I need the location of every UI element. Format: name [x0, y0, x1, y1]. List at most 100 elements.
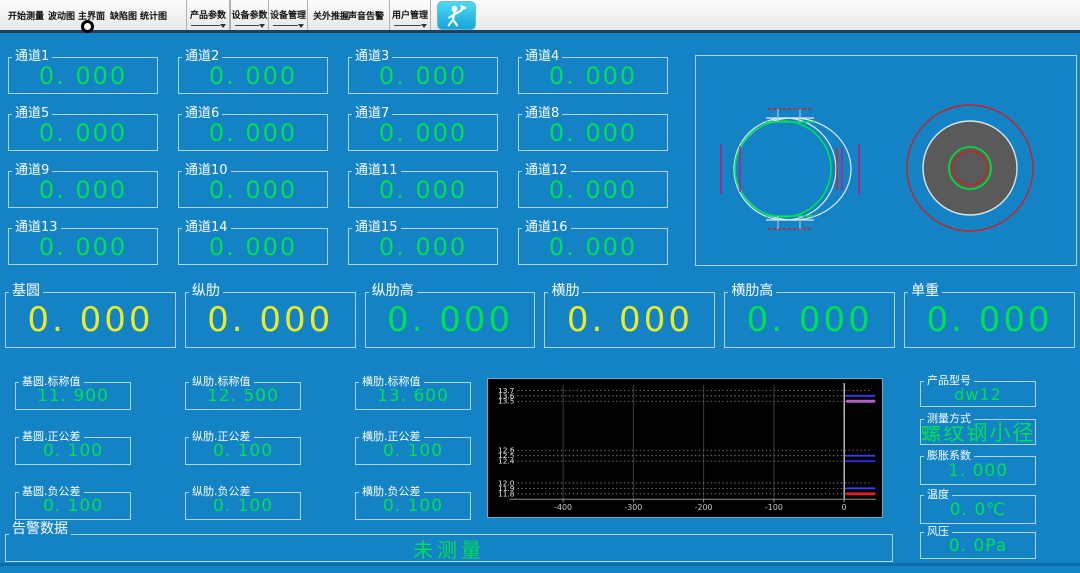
measurement-mode-label: 测量方式	[924, 412, 974, 426]
svg-text:11.8: 11.8	[498, 489, 515, 498]
channel-6-display: 通道60. 000	[178, 114, 328, 151]
longitudinal-rib-nominal-label: 纵肋.标称值	[189, 375, 254, 389]
expansion-coefficient-field[interactable]: 膨胀系数1. 000	[920, 456, 1036, 485]
channel-13-display: 通道130. 000	[8, 228, 158, 265]
channel-4-display: 通道40. 000	[518, 57, 668, 94]
channel-14-display: 通道140. 000	[178, 228, 328, 265]
wind-pressure-label: 风压	[924, 525, 952, 539]
channel-5-display: 通道50. 000	[8, 114, 158, 151]
trend-chart: -400-300-200-100013.713.613.512.612.512.…	[487, 378, 883, 518]
user-management-label: 用户管理	[390, 8, 430, 21]
main-screen-tab[interactable]: 主界面	[78, 9, 105, 22]
metric-unit-weight-label: 单重	[908, 284, 942, 298]
channel-11-display: 通道110. 000	[348, 171, 498, 208]
base-circle-nominal-field[interactable]: 基圆.标称值11. 900	[15, 382, 131, 410]
trend-chart-canvas: -400-300-200-100013.713.613.512.612.512.…	[488, 379, 882, 517]
base-circle-lower-tolerance-field[interactable]: 基圆.负公差0. 100	[15, 492, 131, 520]
rebar-cross-section-diagram	[907, 105, 1033, 231]
channel-6-label: 通道6	[182, 107, 222, 121]
channel-4-label: 通道4	[522, 50, 562, 64]
product-model-label: 产品型号	[924, 374, 974, 388]
channel-9-display: 通道90. 000	[8, 171, 158, 208]
dropdown-underline	[394, 25, 421, 26]
statistics-chart-tab[interactable]: 统计图	[140, 9, 167, 22]
metric-transverse-rib: 横肋0. 000	[544, 292, 715, 348]
longitudinal-rib-upper-tolerance-field[interactable]: 纵肋.正公差0. 100	[185, 437, 301, 465]
metric-base-circle-value: 0. 000	[6, 293, 175, 347]
channel-8-display: 通道80. 000	[518, 114, 668, 151]
base-circle-lower-tolerance-label: 基圆.负公差	[19, 485, 84, 499]
channel-5-label: 通道5	[12, 107, 52, 121]
measurement-status-text: 未测量	[6, 535, 892, 561]
transverse-rib-upper-tolerance-label: 横肋.正公差	[359, 430, 424, 444]
metric-longitudinal-rib: 纵肋0. 000	[185, 292, 356, 348]
transverse-rib-nominal-field[interactable]: 横肋.标称值13. 600	[355, 382, 471, 410]
channel-2-label: 通道2	[182, 50, 222, 64]
main-screen-active-indicator	[81, 20, 94, 33]
chevron-down-icon	[259, 24, 265, 28]
channel-8-label: 通道8	[522, 107, 562, 121]
longitudinal-rib-lower-tolerance-field[interactable]: 纵肋.负公差0. 100	[185, 492, 301, 520]
metric-base-circle: 基圆0. 000	[5, 292, 176, 348]
svg-text:-400: -400	[554, 503, 572, 512]
device-management-dropdown[interactable]: 设备管理	[268, 0, 308, 30]
transverse-rib-upper-tolerance-field[interactable]: 横肋.正公差0. 100	[355, 437, 471, 465]
channel-2-display: 通道20. 000	[178, 57, 328, 94]
transverse-rib-lower-tolerance-field[interactable]: 横肋.负公差0. 100	[355, 492, 471, 520]
longitudinal-rib-nominal-field[interactable]: 纵肋.标称值12. 500	[185, 382, 301, 410]
metric-transverse-rib-value: 0. 000	[545, 293, 714, 347]
start-measurement-button[interactable]: 开始测量	[8, 9, 44, 22]
channel-14-label: 通道14	[182, 221, 231, 235]
toolbar: 开始测量 波动图 主界面 缺陷图 统计图 产品参数 设备参数 设备管理 关外推握…	[0, 0, 1080, 33]
metric-unit-weight: 单重0. 000	[904, 292, 1075, 348]
transverse-rib-nominal-label: 横肋.标称值	[359, 375, 424, 389]
channel-3-label: 通道3	[352, 50, 392, 64]
channel-10-label: 通道10	[182, 164, 231, 178]
channel-12-label: 通道12	[522, 164, 571, 178]
channel-16-display: 通道160. 000	[518, 228, 668, 265]
wave-chart-tab[interactable]: 波动图	[48, 9, 75, 22]
svg-text:-300: -300	[624, 503, 642, 512]
metric-longitudinal-rib-value: 0. 000	[186, 293, 355, 347]
product-params-dropdown[interactable]: 产品参数	[186, 0, 230, 30]
channel-15-display: 通道150. 000	[348, 228, 498, 265]
svg-text:0: 0	[842, 503, 847, 512]
channel-7-display: 通道70. 000	[348, 114, 498, 151]
temperature-label: 温度	[924, 488, 952, 502]
chevron-down-icon	[298, 24, 304, 28]
expansion-coefficient-label: 膨胀系数	[924, 449, 974, 463]
channel-1-display: 通道10. 000	[8, 57, 158, 94]
channel-10-display: 通道100. 000	[178, 171, 328, 208]
product-model-field[interactable]: 产品型号dw12	[920, 381, 1036, 407]
run-button[interactable]	[437, 1, 476, 30]
external-push-toggle[interactable]: 关外推握	[313, 9, 349, 22]
channel-7-label: 通道7	[352, 107, 392, 121]
metric-unit-weight-value: 0. 000	[905, 293, 1074, 347]
dropdown-underline	[191, 25, 220, 26]
sound-alarm-toggle[interactable]: 声音告警	[348, 9, 384, 22]
metric-longitudinal-rib-label: 纵肋	[189, 284, 223, 298]
metrics-row: 基圆0. 000 纵肋0. 000 纵肋高0. 000 横肋0. 000 横肋高…	[5, 292, 1075, 348]
metric-transverse-rib-height-value: 0. 000	[725, 293, 894, 347]
base-circle-upper-tolerance-field[interactable]: 基圆.正公差0. 100	[15, 437, 131, 465]
wind-pressure-field[interactable]: 风压0. 0Pa	[920, 532, 1036, 559]
metric-transverse-rib-height: 横肋高0. 000	[724, 292, 895, 348]
metric-transverse-rib-label: 横肋	[548, 284, 582, 298]
base-circle-nominal-label: 基圆.标称值	[19, 375, 84, 389]
defect-chart-tab[interactable]: 缺陷图	[110, 9, 137, 22]
product-params-label: 产品参数	[187, 8, 229, 21]
channel-1-label: 通道1	[12, 50, 52, 64]
chevron-down-icon	[220, 24, 226, 28]
channel-12-display: 通道120. 000	[518, 171, 668, 208]
running-person-flag-icon	[438, 2, 475, 29]
user-management-dropdown[interactable]: 用户管理	[389, 0, 431, 30]
longitudinal-rib-upper-tolerance-label: 纵肋.正公差	[189, 430, 254, 444]
measurement-mode-field[interactable]: 测量方式螺纹钢小径	[920, 419, 1036, 445]
longitudinal-rib-lower-tolerance-label: 纵肋.负公差	[189, 485, 254, 499]
svg-text:13.5: 13.5	[498, 397, 515, 406]
temperature-field[interactable]: 温度0. 0℃	[920, 495, 1036, 524]
device-params-dropdown[interactable]: 设备参数	[230, 0, 269, 30]
diagram-panel	[695, 55, 1077, 266]
svg-text:12.4: 12.4	[498, 457, 515, 466]
channel-9-label: 通道9	[12, 164, 52, 178]
